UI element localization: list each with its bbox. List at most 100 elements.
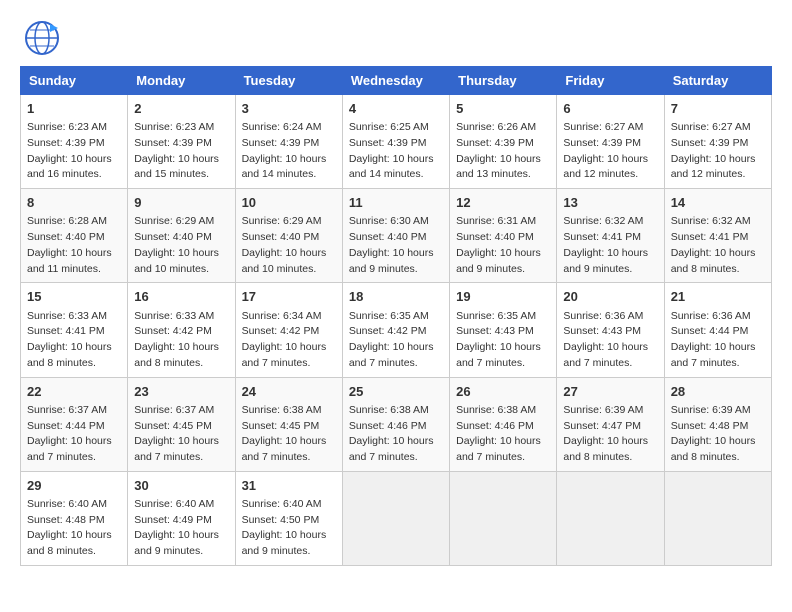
- day-number: 31: [242, 477, 336, 495]
- day-info: Sunrise: 6:31 AMSunset: 4:40 PMDaylight:…: [456, 214, 550, 277]
- day-number: 5: [456, 100, 550, 118]
- day-info: Sunrise: 6:29 AMSunset: 4:40 PMDaylight:…: [242, 214, 336, 277]
- day-info: Sunrise: 6:39 AMSunset: 4:47 PMDaylight:…: [563, 403, 657, 466]
- calendar-header-friday: Friday: [557, 67, 664, 95]
- day-number: 30: [134, 477, 228, 495]
- day-info: Sunrise: 6:38 AMSunset: 4:45 PMDaylight:…: [242, 403, 336, 466]
- day-number: 25: [349, 383, 443, 401]
- day-info: Sunrise: 6:32 AMSunset: 4:41 PMDaylight:…: [671, 214, 765, 277]
- calendar-cell: 8 Sunrise: 6:28 AMSunset: 4:40 PMDaylight…: [21, 189, 128, 283]
- day-info: Sunrise: 6:33 AMSunset: 4:41 PMDaylight:…: [27, 309, 121, 372]
- calendar-cell: 12 Sunrise: 6:31 AMSunset: 4:40 PMDayligh…: [450, 189, 557, 283]
- calendar-cell: 19 Sunrise: 6:35 AMSunset: 4:43 PMDayligh…: [450, 283, 557, 377]
- day-info: Sunrise: 6:24 AMSunset: 4:39 PMDaylight:…: [242, 120, 336, 183]
- calendar-cell: 4 Sunrise: 6:25 AMSunset: 4:39 PMDaylight…: [342, 95, 449, 189]
- calendar-cell: [557, 471, 664, 565]
- calendar-header-row: SundayMondayTuesdayWednesdayThursdayFrid…: [21, 67, 772, 95]
- day-number: 27: [563, 383, 657, 401]
- day-number: 2: [134, 100, 228, 118]
- calendar-week-row: 8 Sunrise: 6:28 AMSunset: 4:40 PMDaylight…: [21, 189, 772, 283]
- calendar-table: SundayMondayTuesdayWednesdayThursdayFrid…: [20, 66, 772, 566]
- calendar-cell: 28Sunrise: 6:39 AMSunset: 4:48 PMDayligh…: [664, 377, 771, 471]
- day-info: Sunrise: 6:27 AMSunset: 4:39 PMDaylight:…: [563, 120, 657, 183]
- day-info: Sunrise: 6:37 AMSunset: 4:45 PMDaylight:…: [134, 403, 228, 466]
- day-info: Sunrise: 6:30 AMSunset: 4:40 PMDaylight:…: [349, 214, 443, 277]
- day-number: 8: [27, 194, 121, 212]
- day-info: Sunrise: 6:34 AMSunset: 4:42 PMDaylight:…: [242, 309, 336, 372]
- calendar-cell: 11 Sunrise: 6:30 AMSunset: 4:40 PMDayligh…: [342, 189, 449, 283]
- day-number: 10: [242, 194, 336, 212]
- calendar-cell: 21 Sunrise: 6:36 AMSunset: 4:44 PMDayligh…: [664, 283, 771, 377]
- calendar-cell: 3 Sunrise: 6:24 AMSunset: 4:39 PMDaylight…: [235, 95, 342, 189]
- day-info: Sunrise: 6:40 AMSunset: 4:50 PMDaylight:…: [242, 497, 336, 560]
- calendar-week-row: 1 Sunrise: 6:23 AMSunset: 4:39 PMDaylight…: [21, 95, 772, 189]
- calendar-week-row: 29 Sunrise: 6:40 AMSunset: 4:48 PMDayligh…: [21, 471, 772, 565]
- day-number: 9: [134, 194, 228, 212]
- day-number: 28: [671, 383, 765, 401]
- day-number: 11: [349, 194, 443, 212]
- calendar-cell: 9Sunrise: 6:29 AMSunset: 4:40 PMDaylight…: [128, 189, 235, 283]
- calendar-header-sunday: Sunday: [21, 67, 128, 95]
- calendar-cell: 29 Sunrise: 6:40 AMSunset: 4:48 PMDayligh…: [21, 471, 128, 565]
- day-info: Sunrise: 6:36 AMSunset: 4:44 PMDaylight:…: [671, 309, 765, 372]
- day-number: 7: [671, 100, 765, 118]
- logo: [20, 20, 68, 56]
- day-number: 14: [671, 194, 765, 212]
- day-info: Sunrise: 6:33 AMSunset: 4:42 PMDaylight:…: [134, 309, 228, 372]
- day-number: 18: [349, 288, 443, 306]
- calendar-cell: 1 Sunrise: 6:23 AMSunset: 4:39 PMDaylight…: [21, 95, 128, 189]
- day-number: 26: [456, 383, 550, 401]
- day-number: 6: [563, 100, 657, 118]
- day-number: 22: [27, 383, 121, 401]
- calendar-cell: 27 Sunrise: 6:39 AMSunset: 4:47 PMDayligh…: [557, 377, 664, 471]
- calendar-header-monday: Monday: [128, 67, 235, 95]
- calendar-cell: 15Sunrise: 6:33 AMSunset: 4:41 PMDayligh…: [21, 283, 128, 377]
- day-info: Sunrise: 6:36 AMSunset: 4:43 PMDaylight:…: [563, 309, 657, 372]
- day-number: 19: [456, 288, 550, 306]
- calendar-cell: 22Sunrise: 6:37 AMSunset: 4:44 PMDayligh…: [21, 377, 128, 471]
- day-info: Sunrise: 6:38 AMSunset: 4:46 PMDaylight:…: [349, 403, 443, 466]
- calendar-cell: [664, 471, 771, 565]
- calendar-cell: 24Sunrise: 6:38 AMSunset: 4:45 PMDayligh…: [235, 377, 342, 471]
- calendar-cell: 25 Sunrise: 6:38 AMSunset: 4:46 PMDayligh…: [342, 377, 449, 471]
- calendar-cell: 23Sunrise: 6:37 AMSunset: 4:45 PMDayligh…: [128, 377, 235, 471]
- day-info: Sunrise: 6:38 AMSunset: 4:46 PMDaylight:…: [456, 403, 550, 466]
- day-info: Sunrise: 6:25 AMSunset: 4:39 PMDaylight:…: [349, 120, 443, 183]
- calendar-header-thursday: Thursday: [450, 67, 557, 95]
- logo-icon: [20, 20, 64, 56]
- calendar-cell: 14 Sunrise: 6:32 AMSunset: 4:41 PMDayligh…: [664, 189, 771, 283]
- day-number: 21: [671, 288, 765, 306]
- day-number: 16: [134, 288, 228, 306]
- calendar-week-row: 22Sunrise: 6:37 AMSunset: 4:44 PMDayligh…: [21, 377, 772, 471]
- day-number: 1: [27, 100, 121, 118]
- calendar-cell: 20Sunrise: 6:36 AMSunset: 4:43 PMDayligh…: [557, 283, 664, 377]
- calendar-header-saturday: Saturday: [664, 67, 771, 95]
- calendar-cell: 26 Sunrise: 6:38 AMSunset: 4:46 PMDayligh…: [450, 377, 557, 471]
- day-info: Sunrise: 6:32 AMSunset: 4:41 PMDaylight:…: [563, 214, 657, 277]
- calendar-week-row: 15Sunrise: 6:33 AMSunset: 4:41 PMDayligh…: [21, 283, 772, 377]
- day-number: 13: [563, 194, 657, 212]
- day-info: Sunrise: 6:28 AMSunset: 4:40 PMDaylight:…: [27, 214, 121, 277]
- day-info: Sunrise: 6:26 AMSunset: 4:39 PMDaylight:…: [456, 120, 550, 183]
- calendar-cell: 7 Sunrise: 6:27 AMSunset: 4:39 PMDaylight…: [664, 95, 771, 189]
- page-header: [20, 20, 772, 56]
- calendar-cell: 10 Sunrise: 6:29 AMSunset: 4:40 PMDayligh…: [235, 189, 342, 283]
- day-info: Sunrise: 6:40 AMSunset: 4:48 PMDaylight:…: [27, 497, 121, 560]
- calendar-cell: 2 Sunrise: 6:23 AMSunset: 4:39 PMDaylight…: [128, 95, 235, 189]
- day-number: 3: [242, 100, 336, 118]
- calendar-cell: 18Sunrise: 6:35 AMSunset: 4:42 PMDayligh…: [342, 283, 449, 377]
- calendar-cell: 13 Sunrise: 6:32 AMSunset: 4:41 PMDayligh…: [557, 189, 664, 283]
- day-number: 29: [27, 477, 121, 495]
- day-info: Sunrise: 6:23 AMSunset: 4:39 PMDaylight:…: [27, 120, 121, 183]
- day-number: 17: [242, 288, 336, 306]
- calendar-cell: 31 Sunrise: 6:40 AMSunset: 4:50 PMDayligh…: [235, 471, 342, 565]
- day-number: 12: [456, 194, 550, 212]
- day-info: Sunrise: 6:40 AMSunset: 4:49 PMDaylight:…: [134, 497, 228, 560]
- calendar-cell: 16 Sunrise: 6:33 AMSunset: 4:42 PMDayligh…: [128, 283, 235, 377]
- calendar-cell: 5 Sunrise: 6:26 AMSunset: 4:39 PMDaylight…: [450, 95, 557, 189]
- day-info: Sunrise: 6:27 AMSunset: 4:39 PMDaylight:…: [671, 120, 765, 183]
- day-number: 4: [349, 100, 443, 118]
- calendar-header-tuesday: Tuesday: [235, 67, 342, 95]
- day-info: Sunrise: 6:23 AMSunset: 4:39 PMDaylight:…: [134, 120, 228, 183]
- day-info: Sunrise: 6:35 AMSunset: 4:43 PMDaylight:…: [456, 309, 550, 372]
